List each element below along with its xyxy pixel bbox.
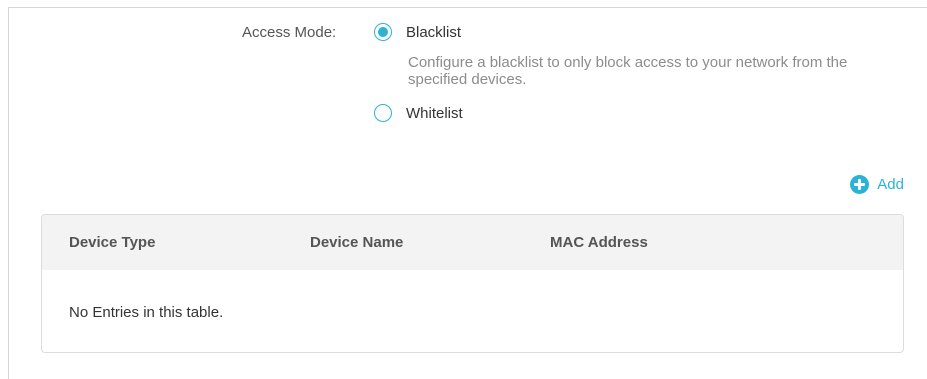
radio-selected-dot: [378, 27, 388, 37]
column-header-device-type: Device Type: [69, 234, 156, 251]
column-header-mac-address: MAC Address: [550, 234, 648, 251]
whitelist-radio-option[interactable]: Whitelist: [374, 104, 463, 122]
blacklist-hint-text: Configure a blacklist to only block acce…: [408, 54, 848, 88]
add-device-button[interactable]: Add: [850, 175, 904, 194]
empty-table-message: No Entries in this table.: [69, 304, 224, 321]
blacklist-radio-option[interactable]: Blacklist: [374, 23, 461, 41]
blacklist-radio-label[interactable]: Blacklist: [406, 24, 461, 41]
table-header: Device Type Device Name MAC Address: [42, 215, 903, 270]
device-table: Device Type Device Name MAC Address No E…: [41, 214, 904, 353]
whitelist-radio-button[interactable]: [374, 104, 392, 122]
plus-circle-icon[interactable]: [850, 175, 870, 194]
blacklist-radio-button[interactable]: [374, 23, 392, 41]
table-body: No Entries in this table.: [42, 270, 903, 352]
add-button-label[interactable]: Add: [877, 176, 904, 193]
whitelist-radio-label[interactable]: Whitelist: [406, 105, 463, 122]
access-mode-label: Access Mode:: [242, 24, 337, 41]
column-header-device-name: Device Name: [310, 234, 404, 251]
